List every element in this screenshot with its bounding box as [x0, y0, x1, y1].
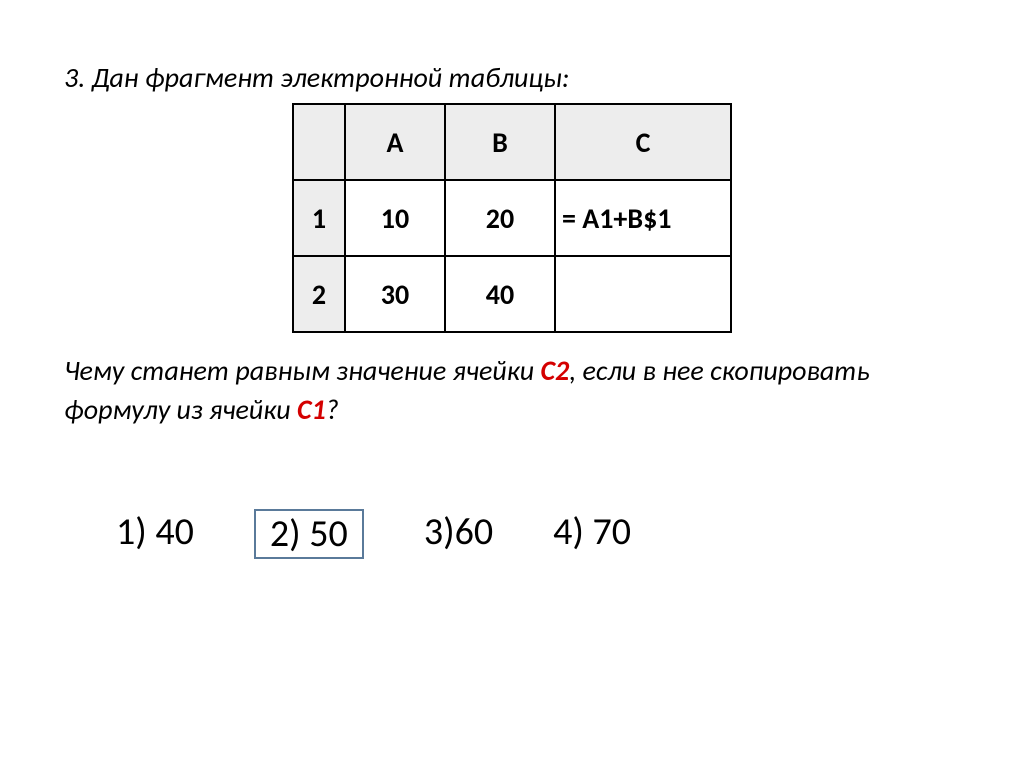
question-prefix: 3. Дан фрагмент электронной таблицы: [64, 60, 960, 95]
cell-ref-c2: С2 [540, 353, 569, 388]
cell-b1: 20 [445, 180, 555, 256]
header-row: A B C [293, 104, 731, 180]
table-row: 1 10 20 = A1+B$1 [293, 180, 731, 256]
row-header-2: 2 [293, 256, 345, 332]
cell-c2 [555, 256, 731, 332]
cell-a1: 10 [345, 180, 445, 256]
col-header-c: C [555, 104, 731, 180]
spreadsheet-table: A B C 1 10 20 = A1+B$1 2 30 40 [292, 103, 732, 333]
corner-cell [293, 104, 345, 180]
table-container: A B C 1 10 20 = A1+B$1 2 30 40 [64, 103, 960, 333]
after-text-3: ? [326, 392, 339, 427]
answer-list: 1) 40 2) 50 3)60 4) 70 [64, 509, 960, 559]
cell-c1: = A1+B$1 [555, 180, 731, 256]
question-body: Чему станет равным значение ячейки С2, е… [64, 351, 960, 429]
cell-a2: 30 [345, 256, 445, 332]
answer-option-2: 2) 50 [254, 509, 364, 559]
after-text-1: Чему станет равным значение ячейки [64, 353, 540, 388]
table-row: 2 30 40 [293, 256, 731, 332]
answer-option-4: 4) 70 [553, 509, 631, 559]
col-header-b: B [445, 104, 555, 180]
col-header-a: A [345, 104, 445, 180]
row-header-1: 1 [293, 180, 345, 256]
cell-ref-c1: С1 [297, 392, 326, 427]
answer-option-1: 1) 40 [116, 509, 194, 559]
cell-b2: 40 [445, 256, 555, 332]
answer-option-3: 3)60 [424, 509, 493, 559]
